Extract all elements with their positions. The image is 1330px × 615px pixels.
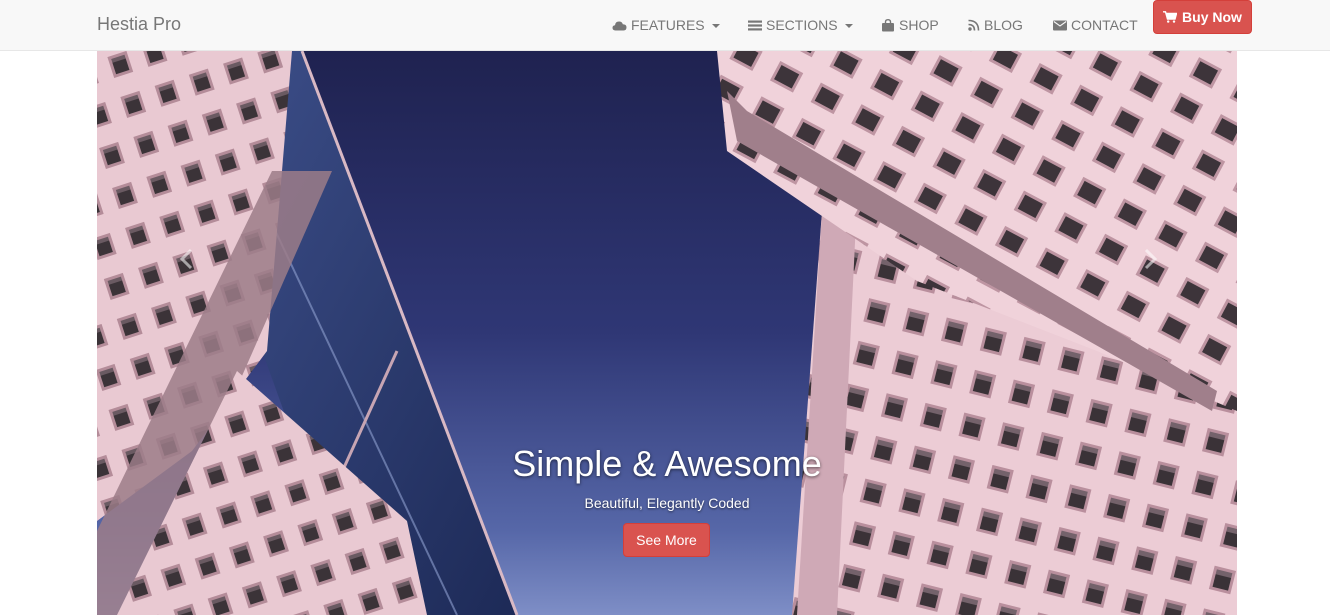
hero-carousel: Simple & Awesome Beautiful, Elegantly Co… xyxy=(97,51,1237,615)
nav-item-blog-label: BLOG xyxy=(984,17,1023,33)
nav-item-features-label: FEATURES xyxy=(631,17,705,33)
chevron-down-icon xyxy=(844,23,853,28)
shopping-bag-icon xyxy=(882,18,894,31)
nav-item-features[interactable]: FEATURES xyxy=(612,17,720,33)
nav-item-contact-label: CONTACT xyxy=(1071,17,1138,33)
cart-icon xyxy=(1163,11,1178,23)
brand-logo-link[interactable]: Hestia Pro xyxy=(97,14,181,35)
see-more-button[interactable]: See More xyxy=(623,523,710,557)
hero-subtitle: Beautiful, Elegantly Coded xyxy=(584,495,750,511)
nav-item-shop[interactable]: SHOP xyxy=(881,17,939,33)
carousel-next-arrow-icon[interactable] xyxy=(1135,244,1165,274)
top-navbar: Hestia Pro FEATURES SECTIONS SHOP BLOG C… xyxy=(0,0,1330,51)
envelope-icon xyxy=(1053,20,1067,30)
buy-now-button[interactable]: Buy Now xyxy=(1153,0,1252,34)
rss-icon xyxy=(968,19,980,31)
nav-item-blog[interactable]: BLOG xyxy=(968,17,1023,33)
list-icon xyxy=(748,20,762,30)
chevron-down-icon xyxy=(711,23,720,28)
buy-now-label: Buy Now xyxy=(1182,9,1242,25)
nav-item-sections[interactable]: SECTIONS xyxy=(748,17,853,33)
cloud-icon xyxy=(612,21,627,30)
nav-item-contact[interactable]: CONTACT xyxy=(1053,17,1138,33)
hero-title: Simple & Awesome xyxy=(512,443,822,484)
carousel-prev-arrow-icon[interactable] xyxy=(172,244,202,274)
nav-item-shop-label: SHOP xyxy=(899,17,939,33)
nav-item-sections-label: SECTIONS xyxy=(766,17,838,33)
